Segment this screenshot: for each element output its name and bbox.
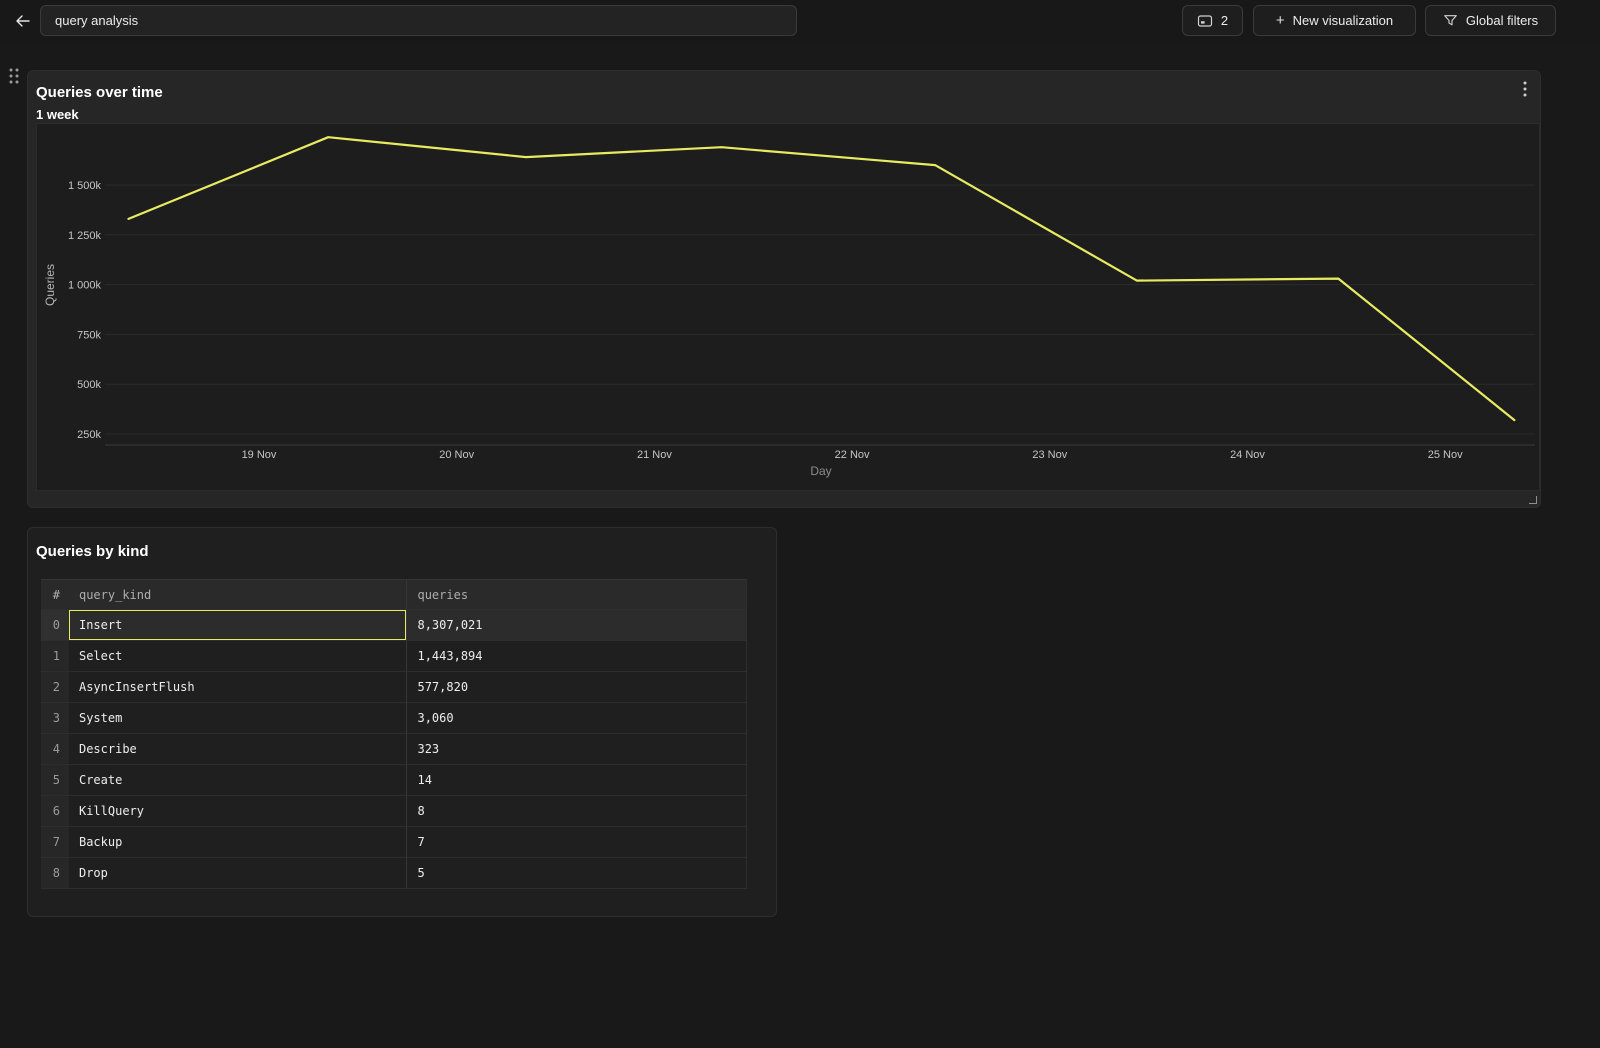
chart-canvas[interactable]: 1 500k 1 250k 1 000k 750k 500k 250k 19 Nov 20 N… [36, 123, 1540, 491]
global-filters-button[interactable]: Global filters [1425, 5, 1556, 36]
row-index: 4 [41, 734, 69, 764]
table-row[interactable]: 2 AsyncInsertFlush 577,820 [41, 671, 746, 702]
row-index: 0 [41, 610, 69, 640]
query-kind-cell[interactable]: Describe [69, 734, 407, 764]
queries-value-cell[interactable]: 577,820 [406, 672, 746, 702]
arrow-left-icon [15, 13, 31, 29]
table-body: 0 Insert 8,307,021 1 Select 1,443,894 2 … [41, 609, 746, 888]
visualization-count: 2 [1221, 13, 1228, 28]
table-row[interactable]: 6 KillQuery 8 [41, 795, 746, 826]
query-kind-cell[interactable]: System [69, 703, 407, 733]
row-index: 3 [41, 703, 69, 733]
table-title: Queries by kind [36, 543, 149, 560]
y-tick-label: 250k [77, 429, 101, 441]
panel-icon [1197, 13, 1213, 29]
chart-menu-button[interactable] [1516, 79, 1534, 99]
y-tick-label: 1 000k [68, 280, 102, 292]
queries-value-cell[interactable]: 1,443,894 [406, 641, 746, 671]
x-tick-label: 20 Nov [439, 449, 474, 461]
new-visualization-label: New visualization [1293, 13, 1393, 28]
chart-title: Queries over time [36, 84, 163, 101]
queries-value-cell[interactable]: 5 [406, 858, 746, 888]
header-index: # [41, 580, 69, 609]
query-kind-cell[interactable]: KillQuery [69, 796, 407, 826]
x-tick-label: 23 Nov [1032, 449, 1067, 461]
queries-over-time-panel: Queries over time 1 week 1 500k 1 250k 1 0… [27, 70, 1541, 508]
dashboard-title-input[interactable] [40, 5, 797, 36]
kebab-menu-icon [1523, 81, 1527, 97]
row-index: 1 [41, 641, 69, 671]
queries-table: # query_kind queries 0 Insert 8,307,021 … [41, 579, 747, 889]
series-line-queries [129, 137, 1515, 420]
table-row[interactable]: 5 Create 14 [41, 764, 746, 795]
panel-drag-handle[interactable] [6, 66, 22, 86]
top-bar: 2 + New visualization Global filters [0, 0, 1600, 42]
chart-subtitle: 1 week [36, 107, 79, 122]
global-filters-label: Global filters [1466, 13, 1538, 28]
x-tick-label: 25 Nov [1428, 449, 1463, 461]
header-queries[interactable]: queries [406, 580, 746, 609]
visualization-count-button[interactable]: 2 [1182, 5, 1243, 36]
x-axis-title: Day [810, 464, 831, 478]
y-tick-label: 750k [77, 329, 101, 341]
row-index: 5 [41, 765, 69, 795]
queries-value-cell[interactable]: 7 [406, 827, 746, 857]
queries-value-cell[interactable]: 8,307,021 [406, 610, 746, 640]
query-kind-cell[interactable]: AsyncInsertFlush [69, 672, 407, 702]
filter-icon [1443, 13, 1458, 28]
x-tick-label: 24 Nov [1230, 449, 1265, 461]
query-kind-cell[interactable]: Create [69, 765, 407, 795]
table-header-row: # query_kind queries [41, 579, 746, 609]
table-row[interactable]: 1 Select 1,443,894 [41, 640, 746, 671]
x-tick-label: 19 Nov [242, 449, 277, 461]
table-row[interactable]: 3 System 3,060 [41, 702, 746, 733]
x-tick-label: 22 Nov [835, 449, 870, 461]
row-index: 2 [41, 672, 69, 702]
table-row[interactable]: 4 Describe 323 [41, 733, 746, 764]
y-tick-label: 1 250k [68, 230, 102, 242]
row-index: 8 [41, 858, 69, 888]
table-row[interactable]: 7 Backup 7 [41, 826, 746, 857]
y-axis-title: Queries [43, 264, 57, 306]
panel-resize-grip[interactable] [1529, 496, 1537, 504]
y-tick-label: 1 500k [68, 180, 102, 192]
queries-value-cell[interactable]: 323 [406, 734, 746, 764]
new-visualization-button[interactable]: + New visualization [1253, 5, 1416, 36]
x-tick-label: 21 Nov [637, 449, 672, 461]
queries-value-cell[interactable]: 3,060 [406, 703, 746, 733]
table-row[interactable]: 8 Drop 5 [41, 857, 746, 888]
query-kind-cell[interactable]: Drop [69, 858, 407, 888]
plus-icon: + [1276, 13, 1285, 28]
back-button[interactable] [10, 8, 36, 34]
drag-dots-icon [6, 66, 22, 86]
header-query-kind[interactable]: query_kind [69, 580, 407, 609]
y-tick-label: 500k [77, 379, 101, 391]
row-index: 6 [41, 796, 69, 826]
queries-by-kind-panel: Queries by kind # query_kind queries 0 I… [27, 527, 777, 917]
query-kind-cell[interactable]: Insert [69, 610, 407, 640]
queries-value-cell[interactable]: 8 [406, 796, 746, 826]
line-chart: 1 500k 1 250k 1 000k 750k 500k 250k 19 Nov 20 N… [37, 124, 1541, 492]
table-row[interactable]: 0 Insert 8,307,021 [41, 609, 746, 640]
row-index: 7 [41, 827, 69, 857]
queries-value-cell[interactable]: 14 [406, 765, 746, 795]
query-kind-cell[interactable]: Backup [69, 827, 407, 857]
query-kind-cell[interactable]: Select [69, 641, 407, 671]
